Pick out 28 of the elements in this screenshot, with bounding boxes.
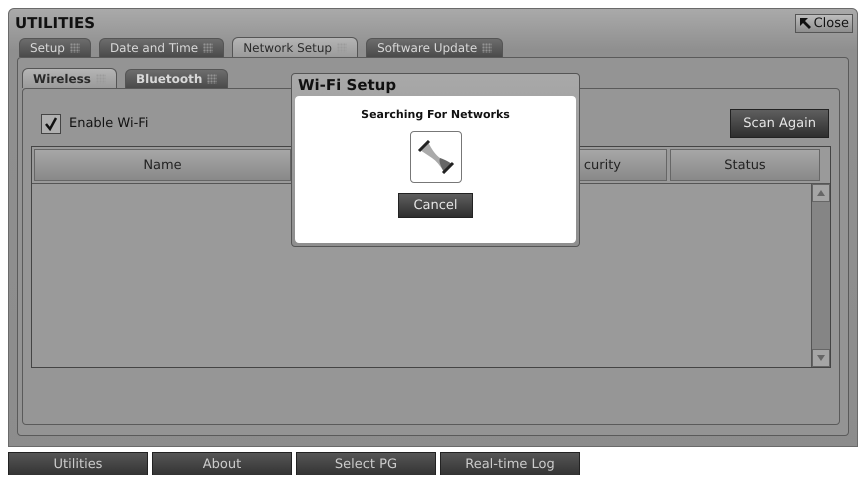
window-title: UTILITIES — [15, 14, 95, 32]
scroll-up-icon[interactable] — [812, 184, 830, 202]
dialog-title: Wi-Fi Setup — [297, 75, 398, 96]
grip-icon — [207, 74, 218, 84]
scan-again-button[interactable]: Scan Again — [730, 109, 829, 138]
hourglass-icon — [410, 131, 462, 183]
tab[interactable]: Network Setup — [232, 37, 358, 57]
nav-button[interactable]: Select PG — [296, 452, 436, 475]
cursor-arrow-icon — [798, 16, 812, 30]
scroll-down-icon[interactable] — [812, 349, 830, 367]
nav-button[interactable]: About — [152, 452, 292, 475]
tab[interactable]: Software Update — [366, 38, 504, 57]
dialog-message: Searching For Networks — [361, 108, 510, 121]
tab[interactable]: Date and Time — [98, 38, 224, 57]
enable-wifi-checkbox[interactable]: Enable Wi-Fi — [41, 114, 148, 134]
grip-icon — [203, 43, 214, 53]
grip-icon — [482, 43, 492, 53]
tab[interactable]: Bluetooth — [124, 69, 228, 88]
tab[interactable]: Setup — [19, 38, 91, 57]
column-header: Status — [670, 149, 820, 181]
grip-icon — [70, 43, 80, 53]
column-header: Name — [34, 149, 291, 181]
nav-button[interactable]: Real-time Log — [440, 452, 580, 475]
close-button[interactable]: Close — [794, 14, 853, 32]
nav-button[interactable]: Utilities — [8, 452, 148, 475]
tab[interactable]: Wireless — [22, 68, 117, 88]
cancel-button[interactable]: Cancel — [398, 193, 473, 218]
checkmark-icon — [44, 116, 58, 130]
